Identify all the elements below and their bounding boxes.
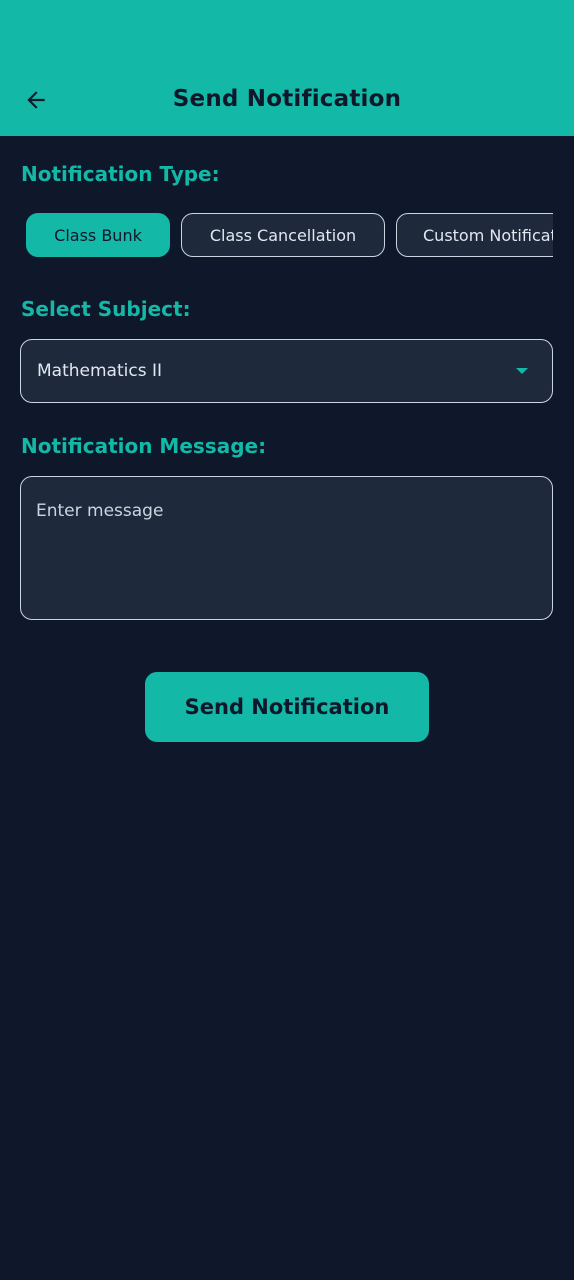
dropdown-arrow-icon bbox=[516, 368, 528, 374]
chip-class-cancellation[interactable]: Class Cancellation bbox=[181, 213, 385, 257]
chip-label: Custom Notification bbox=[423, 225, 553, 245]
notification-type-chips: Class Bunk Class Cancellation Custom Not… bbox=[26, 213, 553, 257]
page-title: Send Notification bbox=[172, 86, 402, 112]
message-placeholder: Enter message bbox=[36, 501, 164, 521]
chip-label: Class Bunk bbox=[54, 225, 142, 245]
notification-type-label: Notification Type: bbox=[21, 162, 220, 186]
chip-custom-notification[interactable]: Custom Notification bbox=[396, 213, 553, 257]
notification-message-label: Notification Message: bbox=[21, 434, 267, 458]
send-button-label: Send Notification bbox=[184, 695, 390, 719]
select-subject-label: Select Subject: bbox=[21, 297, 191, 321]
send-notification-button[interactable]: Send Notification bbox=[145, 672, 429, 742]
chip-class-bunk[interactable]: Class Bunk bbox=[26, 213, 170, 257]
send-notification-screen: Send Notification Notification Type: Cla… bbox=[0, 0, 574, 1280]
subject-dropdown[interactable]: Mathematics II bbox=[20, 339, 553, 403]
subject-selected-value: Mathematics II bbox=[37, 361, 162, 381]
message-input[interactable]: Enter message bbox=[20, 476, 553, 620]
app-bar: Send Notification bbox=[0, 0, 574, 136]
chip-label: Class Cancellation bbox=[209, 225, 357, 245]
